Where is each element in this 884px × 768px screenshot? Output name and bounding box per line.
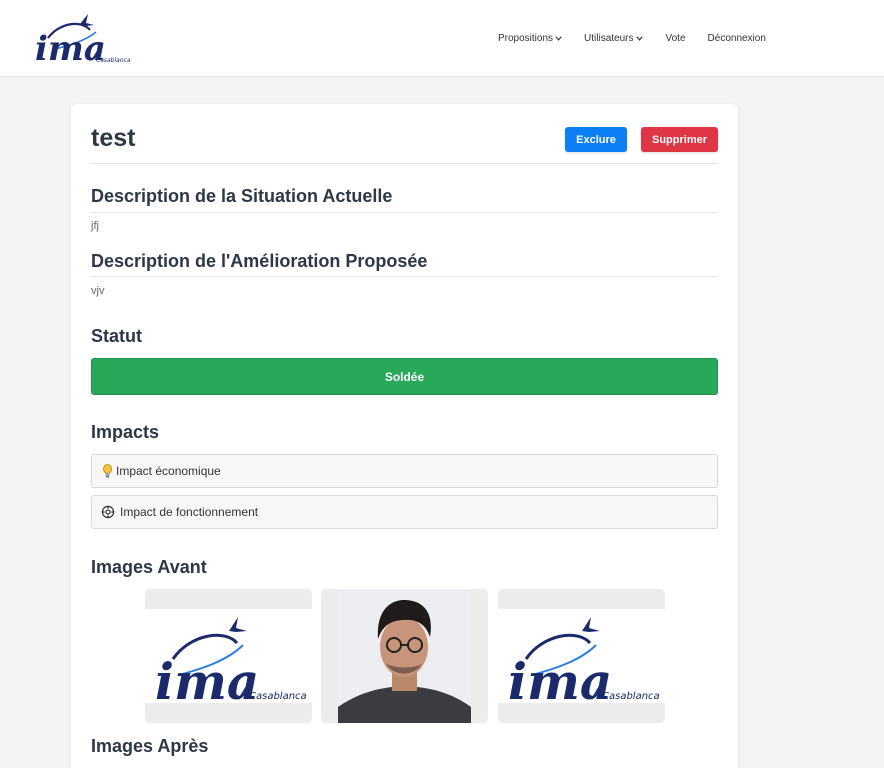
amelioration-text: vjv — [91, 285, 105, 297]
image-avant-3[interactable]: ima Casablanca — [498, 589, 665, 723]
image-avant-1[interactable]: ima Casablanca — [145, 589, 312, 723]
proposal-title: test — [91, 124, 136, 152]
navbar: ima Casablanca Propositions Utilisateurs… — [0, 0, 884, 77]
impact-item-economique: Impact économique — [91, 454, 718, 488]
ima-logo-image: ima Casablanca — [508, 617, 660, 711]
svg-text:Casablanca: Casablanca — [249, 691, 307, 702]
chevron-down-icon — [555, 36, 562, 41]
nav-deconnexion[interactable]: Déconnexion — [708, 33, 766, 44]
amelioration-divider — [91, 276, 718, 277]
portrait-photo — [338, 589, 471, 723]
svg-text:ima: ima — [155, 652, 259, 703]
statut-heading: Statut — [91, 326, 142, 346]
impact-label: Impact de fonctionnement — [120, 505, 259, 519]
nav-propositions[interactable]: Propositions — [498, 33, 563, 44]
title-divider — [91, 163, 718, 164]
main-nav: Propositions Utilisateurs Vote Déconnexi… — [498, 33, 766, 44]
status-badge: Soldée — [91, 358, 718, 395]
impacts-heading: Impacts — [91, 422, 160, 442]
ima-logo-image: ima Casablanca — [155, 617, 307, 711]
images-avant-heading: Images Avant — [91, 557, 207, 577]
impact-label: Impact économique — [116, 464, 221, 478]
nav-utilisateurs-label: Utilisateurs — [584, 33, 634, 44]
situation-text: jfj — [91, 220, 99, 232]
svg-text:Casablanca: Casablanca — [96, 57, 131, 64]
nav-utilisateurs[interactable]: Utilisateurs — [584, 33, 643, 44]
proposal-card: test Exclure Supprimer Description de la… — [71, 104, 738, 768]
impact-item-fonctionnement: Impact de fonctionnement — [91, 495, 718, 529]
situation-heading: Description de la Situation Actuelle — [91, 186, 393, 206]
svg-text:ima: ima — [508, 652, 612, 703]
chevron-down-icon — [635, 36, 643, 41]
nav-vote[interactable]: Vote — [666, 33, 686, 44]
images-apres-heading: Images Après — [91, 736, 209, 756]
delete-button[interactable]: Supprimer — [641, 127, 718, 152]
ima-logo[interactable]: ima Casablanca — [30, 10, 135, 69]
svg-text:Casablanca: Casablanca — [602, 691, 660, 702]
nav-propositions-label: Propositions — [498, 33, 554, 44]
amelioration-heading: Description de l'Amélioration Proposée — [91, 251, 428, 271]
image-avant-2[interactable] — [321, 589, 488, 723]
gear-icon — [101, 505, 115, 519]
situation-divider — [91, 212, 718, 213]
exclude-button[interactable]: Exclure — [565, 127, 627, 152]
lightbulb-icon — [101, 464, 113, 478]
